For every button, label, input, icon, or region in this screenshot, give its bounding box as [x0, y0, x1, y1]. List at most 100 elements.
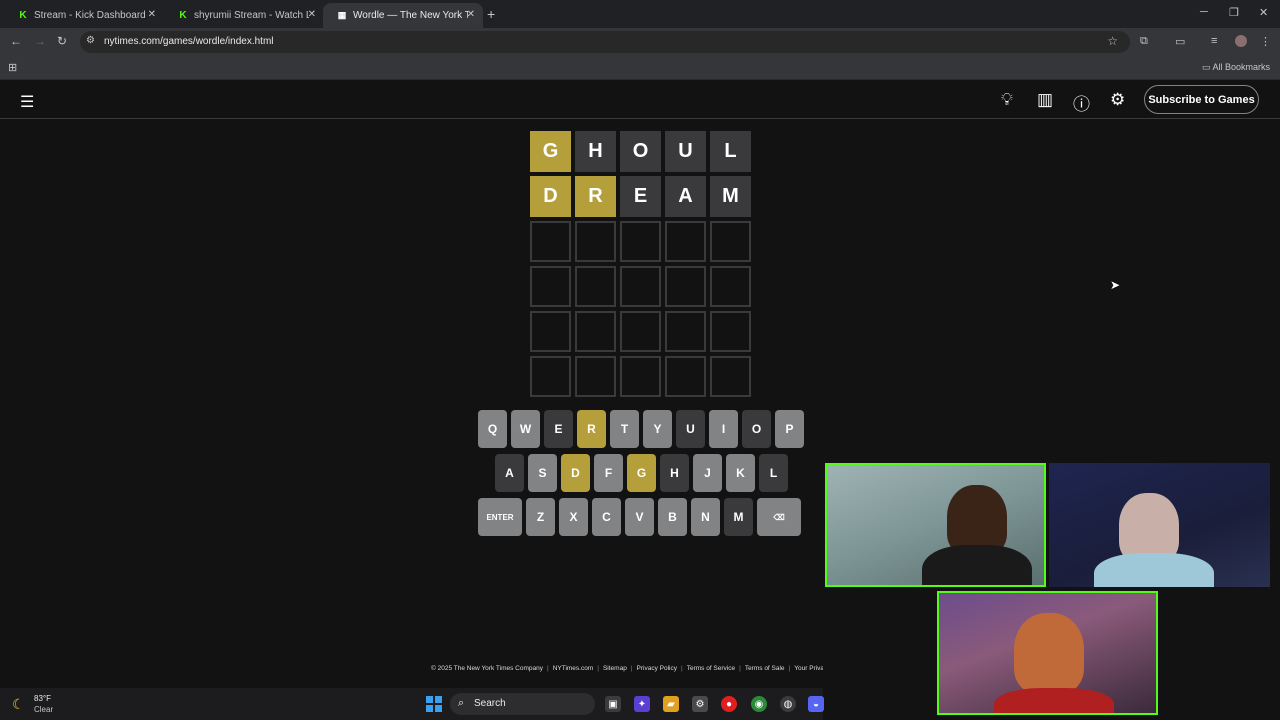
- key-y[interactable]: Y: [643, 410, 672, 448]
- copilot-icon[interactable]: ✦: [634, 696, 650, 712]
- key-r[interactable]: R: [577, 410, 606, 448]
- file-explorer-icon[interactable]: ▰: [663, 696, 679, 712]
- key-m[interactable]: M: [724, 498, 753, 536]
- board-tile: [710, 311, 751, 352]
- windows-taskbar: ☾ 83°F Clear ⌕ Search ▣ ✦ ▰ ⚙ ● ◉ ◍ ◒: [0, 688, 824, 720]
- stats-icon[interactable]: ▥: [1037, 90, 1053, 110]
- all-bookmarks-label: All Bookmarks: [1212, 62, 1270, 72]
- footer-link[interactable]: Your Privacy: [794, 665, 823, 675]
- enter-key[interactable]: ENTER: [478, 498, 522, 536]
- key-z[interactable]: Z: [526, 498, 555, 536]
- backspace-key[interactable]: ⌫: [757, 498, 801, 536]
- webcam-feed-1: [825, 463, 1046, 587]
- board-tile: [620, 266, 661, 307]
- record-app-icon[interactable]: ●: [721, 696, 737, 712]
- close-tab-icon[interactable]: ✕: [148, 9, 156, 20]
- menu-icon[interactable]: ☰: [20, 92, 34, 112]
- key-e[interactable]: E: [544, 410, 573, 448]
- key-u[interactable]: U: [676, 410, 705, 448]
- key-b[interactable]: B: [658, 498, 687, 536]
- footer-link[interactable]: Sitemap: [603, 665, 627, 675]
- game-board: GHOULDREAM: [530, 131, 755, 401]
- discord-icon[interactable]: ◒: [808, 696, 824, 712]
- footer-separator: |: [630, 665, 633, 672]
- weather-condition: Clear: [34, 705, 54, 714]
- tab-kick-dashboard[interactable]: K Stream - Kick Dashboard ✕: [4, 3, 164, 28]
- restore-icon[interactable]: ❐: [1229, 6, 1239, 19]
- board-tile: [575, 356, 616, 397]
- key-v[interactable]: V: [625, 498, 654, 536]
- board-tile: [620, 356, 661, 397]
- weather-temperature: 83°F: [34, 694, 51, 703]
- task-view-icon[interactable]: ▣: [605, 696, 621, 712]
- key-w[interactable]: W: [511, 410, 540, 448]
- key-t[interactable]: T: [610, 410, 639, 448]
- board-row: [530, 266, 755, 307]
- bookmarks-bar: ⊞ ▭ All Bookmarks: [0, 56, 1280, 80]
- settings-app-icon[interactable]: ⚙: [692, 696, 708, 712]
- chrome-icon[interactable]: ◉: [751, 696, 767, 712]
- board-tile: [710, 266, 751, 307]
- key-p[interactable]: P: [775, 410, 804, 448]
- key-g[interactable]: G: [627, 454, 656, 492]
- key-d[interactable]: D: [561, 454, 590, 492]
- key-x[interactable]: X: [559, 498, 588, 536]
- subscribe-button[interactable]: Subscribe to Games: [1144, 85, 1259, 114]
- tab-kick-stream[interactable]: K shyrumii Stream - Watch Live on Kick ✕: [164, 3, 324, 28]
- media-icon[interactable]: ≡: [1211, 35, 1217, 47]
- key-j[interactable]: J: [693, 454, 722, 492]
- board-tile: [575, 311, 616, 352]
- help-icon[interactable]: ⓘ: [1073, 90, 1090, 115]
- site-info-icon[interactable]: ⚙: [86, 35, 95, 46]
- footer-link[interactable]: Terms of Sale: [745, 665, 785, 675]
- settings-icon[interactable]: ⚙: [1110, 90, 1125, 110]
- key-l[interactable]: L: [759, 454, 788, 492]
- close-tab-icon[interactable]: ✕: [308, 9, 316, 20]
- new-tab-icon[interactable]: +: [487, 6, 495, 22]
- tab-wordle[interactable]: ▦ Wordle — The New York Times ✕: [323, 3, 483, 28]
- board-row: GHOUL: [530, 131, 755, 172]
- more-menu-icon[interactable]: ⋮: [1260, 35, 1271, 48]
- extensions-icon[interactable]: ⧉: [1140, 35, 1148, 48]
- board-tile: E: [620, 176, 661, 217]
- minimize-icon[interactable]: ─: [1200, 6, 1208, 18]
- key-i[interactable]: I: [709, 410, 738, 448]
- hint-icon[interactable]: 💡︎: [1001, 90, 1013, 110]
- board-tile: [530, 221, 571, 262]
- board-tile: D: [530, 176, 571, 217]
- reload-icon[interactable]: ↻: [57, 34, 67, 48]
- tab-title: Wordle — The New York Times: [353, 10, 468, 21]
- back-icon[interactable]: ←: [10, 34, 22, 48]
- apps-grid-icon[interactable]: ⊞: [8, 61, 17, 74]
- key-n[interactable]: N: [691, 498, 720, 536]
- cast-icon[interactable]: ▭: [1175, 35, 1185, 48]
- moon-icon[interactable]: ☾: [12, 696, 25, 713]
- keyboard-row: QWERTYUIOP: [478, 410, 808, 448]
- start-icon[interactable]: [426, 696, 442, 712]
- key-s[interactable]: S: [528, 454, 557, 492]
- board-tile: [575, 221, 616, 262]
- profile-avatar[interactable]: [1235, 35, 1247, 47]
- board-tile: [665, 356, 706, 397]
- key-h[interactable]: H: [660, 454, 689, 492]
- key-a[interactable]: A: [495, 454, 524, 492]
- obs-icon[interactable]: ◍: [780, 696, 796, 712]
- forward-icon[interactable]: →: [34, 34, 46, 48]
- close-window-icon[interactable]: ✕: [1259, 6, 1268, 19]
- board-tile: [530, 311, 571, 352]
- key-q[interactable]: Q: [478, 410, 507, 448]
- board-tile: [620, 311, 661, 352]
- bookmark-star-icon[interactable]: ☆: [1107, 34, 1118, 48]
- footer-link[interactable]: Terms of Service: [687, 665, 735, 675]
- wordle-icon: ▦: [337, 10, 347, 20]
- footer-link[interactable]: NYTimes.com: [553, 665, 594, 675]
- key-c[interactable]: C: [592, 498, 621, 536]
- key-k[interactable]: K: [726, 454, 755, 492]
- key-o[interactable]: O: [742, 410, 771, 448]
- close-tab-icon[interactable]: ✕: [467, 9, 475, 20]
- address-bar[interactable]: ⚙ nytimes.com/games/wordle/index.html ☆: [80, 31, 1130, 53]
- all-bookmarks-link[interactable]: ▭ All Bookmarks: [1202, 62, 1270, 73]
- taskbar-search[interactable]: ⌕ Search: [450, 693, 595, 715]
- footer-link[interactable]: Privacy Policy: [637, 665, 677, 675]
- key-f[interactable]: F: [594, 454, 623, 492]
